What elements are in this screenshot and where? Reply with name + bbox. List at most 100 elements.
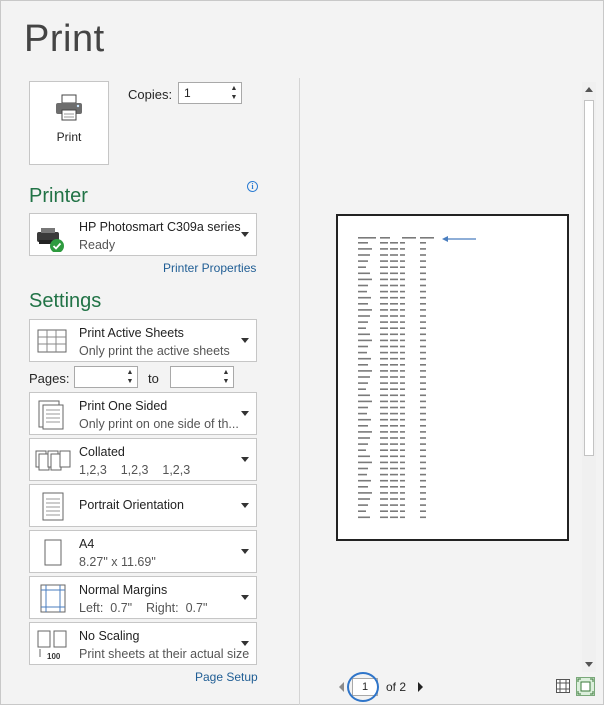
scaling-dropdown[interactable]: 100 No Scaling Print sheets at their act…	[29, 622, 257, 665]
print-what-dropdown[interactable]: Print Active Sheets Only print the activ…	[29, 319, 257, 362]
scroll-thumb[interactable]	[584, 100, 594, 456]
preview-cell	[420, 437, 426, 439]
sides-dropdown[interactable]: Print One Sided Only print on one side o…	[29, 392, 257, 435]
pages-label: Pages:	[29, 371, 70, 386]
zoom-to-page-button[interactable]	[576, 677, 595, 696]
preview-cell	[380, 406, 388, 409]
scroll-up-icon[interactable]	[585, 87, 593, 92]
preview-cell	[380, 461, 388, 464]
preview-cell	[358, 382, 368, 384]
preview-cell	[358, 455, 370, 458]
preview-cell	[400, 321, 405, 323]
preview-cell	[420, 412, 426, 415]
margins-sub: Left: 0.7" Right: 0.7"	[79, 601, 208, 615]
pages-to-spin-arrows[interactable]: ▲ ▼	[221, 368, 231, 386]
pages-from-spin-arrows[interactable]: ▲ ▼	[125, 368, 135, 386]
preview-cell	[420, 351, 426, 354]
preview-cell	[420, 443, 426, 445]
preview-scrollbar[interactable]	[582, 82, 596, 672]
preview-cell	[380, 382, 388, 384]
pages-from-input[interactable]	[75, 367, 118, 387]
preview-cell	[390, 364, 398, 366]
previous-page-icon[interactable]	[339, 682, 344, 692]
orientation-dropdown[interactable]: Portrait Orientation	[29, 484, 257, 527]
zoom-to-page-icon	[577, 678, 594, 695]
preview-cell	[380, 345, 388, 348]
preview-cell	[390, 412, 398, 415]
preview-cell	[380, 237, 390, 239]
preview-cell	[390, 260, 398, 262]
preview-cell	[400, 376, 405, 378]
preview-cell	[380, 260, 388, 262]
one-sided-page-icon	[38, 400, 64, 430]
preview-cell	[380, 437, 388, 439]
preview-cell	[380, 309, 388, 311]
preview-cell	[358, 272, 370, 275]
preview-cell	[390, 455, 398, 458]
paper-size-main: A4	[79, 537, 95, 551]
preview-cell	[390, 248, 398, 250]
print-button[interactable]: Print	[29, 81, 109, 165]
page-setup-link[interactable]: Page Setup	[195, 670, 258, 684]
pages-from-stepper[interactable]: ▲ ▼	[74, 366, 138, 388]
paper-size-dropdown[interactable]: A4 8.27" x 11.69"	[29, 530, 257, 573]
preview-arrow-head	[442, 236, 448, 242]
preview-cell	[380, 272, 388, 275]
preview-cell	[358, 443, 368, 445]
info-icon[interactable]: i	[247, 181, 258, 192]
preview-cell	[358, 242, 368, 244]
preview-cell	[400, 272, 405, 275]
show-margins-icon[interactable]	[555, 678, 571, 694]
preview-cell	[420, 376, 426, 378]
preview-cell	[358, 510, 366, 512]
preview-cell	[380, 327, 388, 329]
preview-cell	[380, 412, 388, 415]
preview-cell	[420, 254, 426, 256]
copies-label: Copies:	[128, 87, 173, 102]
preview-cell	[400, 242, 405, 244]
copies-spin-arrows[interactable]: ▲ ▼	[229, 84, 239, 102]
preview-cell	[390, 296, 398, 299]
copies-stepper[interactable]: ▲▼	[178, 82, 242, 104]
pages-to-input[interactable]	[171, 367, 214, 387]
preview-cell	[380, 321, 388, 323]
preview-cell	[390, 327, 398, 329]
preview-cell	[380, 242, 388, 244]
preview-cell	[402, 237, 416, 239]
preview-cell	[420, 345, 426, 348]
preview-cell	[420, 486, 426, 488]
collation-dropdown[interactable]: Collated 1,2,3 1,2,3 1,2,3	[29, 438, 257, 481]
preview-cell	[358, 425, 368, 427]
preview-cell	[390, 425, 398, 427]
preview-cell	[358, 461, 372, 464]
printer-section-title: Printer	[29, 185, 88, 207]
preview-cell	[400, 290, 405, 293]
preview-cell	[380, 333, 388, 336]
preview-cell	[358, 248, 372, 250]
preview-cell	[400, 412, 405, 415]
preview-cell	[390, 357, 398, 360]
preview-cell	[390, 406, 398, 409]
preview-cell	[420, 418, 426, 421]
preview-cell	[400, 345, 405, 348]
preview-cell	[400, 370, 405, 372]
printer-properties-link[interactable]: Printer Properties	[163, 261, 256, 275]
preview-cell	[380, 248, 388, 250]
next-page-icon[interactable]	[418, 682, 423, 692]
preview-cell	[420, 455, 426, 458]
preview-cell	[420, 260, 426, 262]
preview-cell	[400, 510, 405, 512]
preview-cell	[400, 455, 405, 458]
margins-dropdown[interactable]: Normal Margins Left: 0.7" Right: 0.7"	[29, 576, 257, 619]
collated-pages-icon	[35, 450, 71, 471]
preview-cell	[400, 498, 405, 500]
copies-input[interactable]	[179, 83, 222, 103]
preview-cell	[400, 327, 405, 329]
total-pages-label: of 2	[386, 680, 407, 694]
scroll-down-icon[interactable]	[585, 662, 593, 667]
margins-main: Normal Margins	[79, 583, 168, 597]
print-button-label: Print	[56, 130, 82, 144]
preview-cell	[420, 388, 426, 390]
pages-to-stepper[interactable]: ▲ ▼	[170, 366, 234, 388]
printer-dropdown[interactable]: HP Photosmart C309a series Ready	[29, 213, 257, 256]
